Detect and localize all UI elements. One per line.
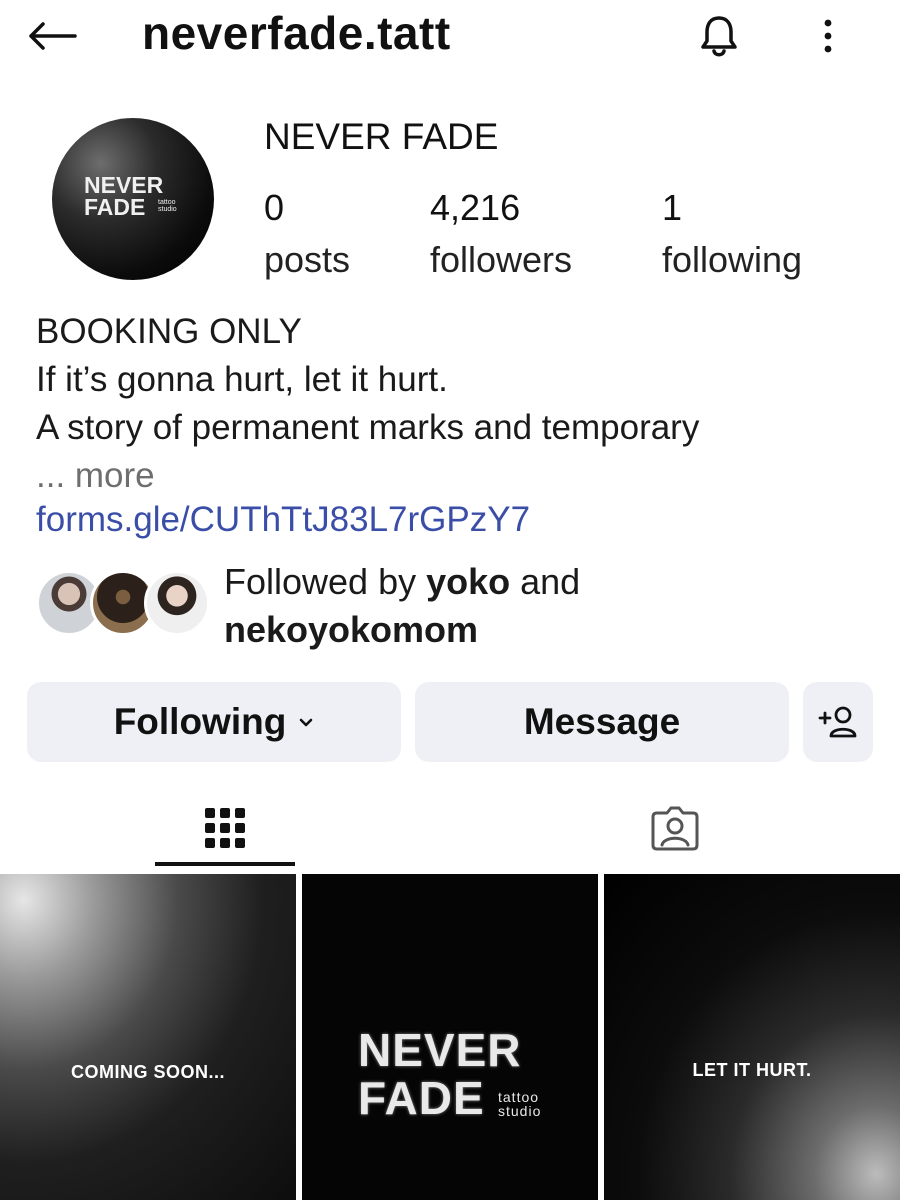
stat-posts-value: 0 [264,187,285,228]
avatar-logo-sub: tattoo studio [158,199,177,213]
display-name: NEVER FADE [264,116,499,157]
stat-followers[interactable]: 4,216 followers [430,188,572,280]
avatar [144,570,210,636]
stat-posts-label: posts [264,239,351,280]
stat-posts[interactable]: 0 posts [264,188,350,280]
more-options-button[interactable] [812,12,844,60]
bio-more-link[interactable]: ... more [36,452,699,500]
post-logo-sub: tattoo studio [498,1089,542,1119]
mutual-user-2: nekoyokomom [224,609,479,650]
followed-by-prefix: Followed by [224,561,427,602]
grid-icon [205,808,245,848]
tab-posts-grid[interactable] [155,786,295,870]
post-tile[interactable]: NEVER FADE tattoo studio [302,874,598,1200]
mutual-followers-avatars[interactable] [36,570,210,636]
post-caption: LET IT HURT. [692,1060,812,1080]
followed-by-text[interactable]: Followed by yoko and nekoyokomom [224,558,580,654]
arrow-left-icon [29,22,77,50]
post-logo: NEVER FADE tattoo studio [358,1024,540,1124]
post-tile[interactable]: LET IT HURT. [604,874,900,1200]
bio-line: BOOKING ONLY [36,312,302,351]
tagged-person-icon [651,806,699,851]
stat-following-value: 1 [662,187,683,228]
back-button[interactable] [24,14,80,58]
notifications-button[interactable] [696,10,742,62]
following-button[interactable]: Following [27,682,401,762]
bio-link[interactable]: forms.gle/CUThTtJ83L7rGPzY7 [36,500,530,540]
mutual-user-1: yoko [426,561,511,602]
bio-line: If it’s gonna hurt, let it hurt. [36,360,448,399]
stat-following[interactable]: 1 following [662,188,802,280]
message-button-label: Message [523,701,681,742]
profile-username: neverfade.tatt [142,7,451,59]
top-bar: neverfade.tatt [0,0,900,76]
more-vertical-icon [824,19,832,53]
add-user-button[interactable] [803,682,873,762]
profile-avatar[interactable]: NEVER FADE tattoo studio [52,118,214,280]
bell-icon [701,16,737,57]
active-tab-indicator [155,862,295,866]
followed-by-conjunction: and [510,561,581,602]
following-button-label: Following [113,701,287,742]
avatar-logo: NEVER FADE tattoo studio [84,172,177,220]
post-caption: COMING SOON... [70,1062,225,1082]
post-logo-line2: FADE [358,1072,485,1124]
chevron-down-icon [300,718,313,727]
post-logo-line1: NEVER [358,1024,522,1076]
stat-followers-label: followers [430,239,573,280]
bio-line: A story of permanent marks and temporary [36,408,700,447]
avatar-logo-line1: NEVER [84,172,164,198]
message-button[interactable]: Message [415,682,789,762]
post-tile[interactable]: COMING SOON... [0,874,296,1200]
add-user-icon [818,706,857,738]
avatar-logo-line2: FADE [84,194,146,220]
stat-followers-value: 4,216 [430,187,521,228]
bio: BOOKING ONLY If it’s gonna hurt, let it … [36,308,699,500]
stat-following-label: following [662,239,803,280]
tab-tagged[interactable] [605,786,745,870]
